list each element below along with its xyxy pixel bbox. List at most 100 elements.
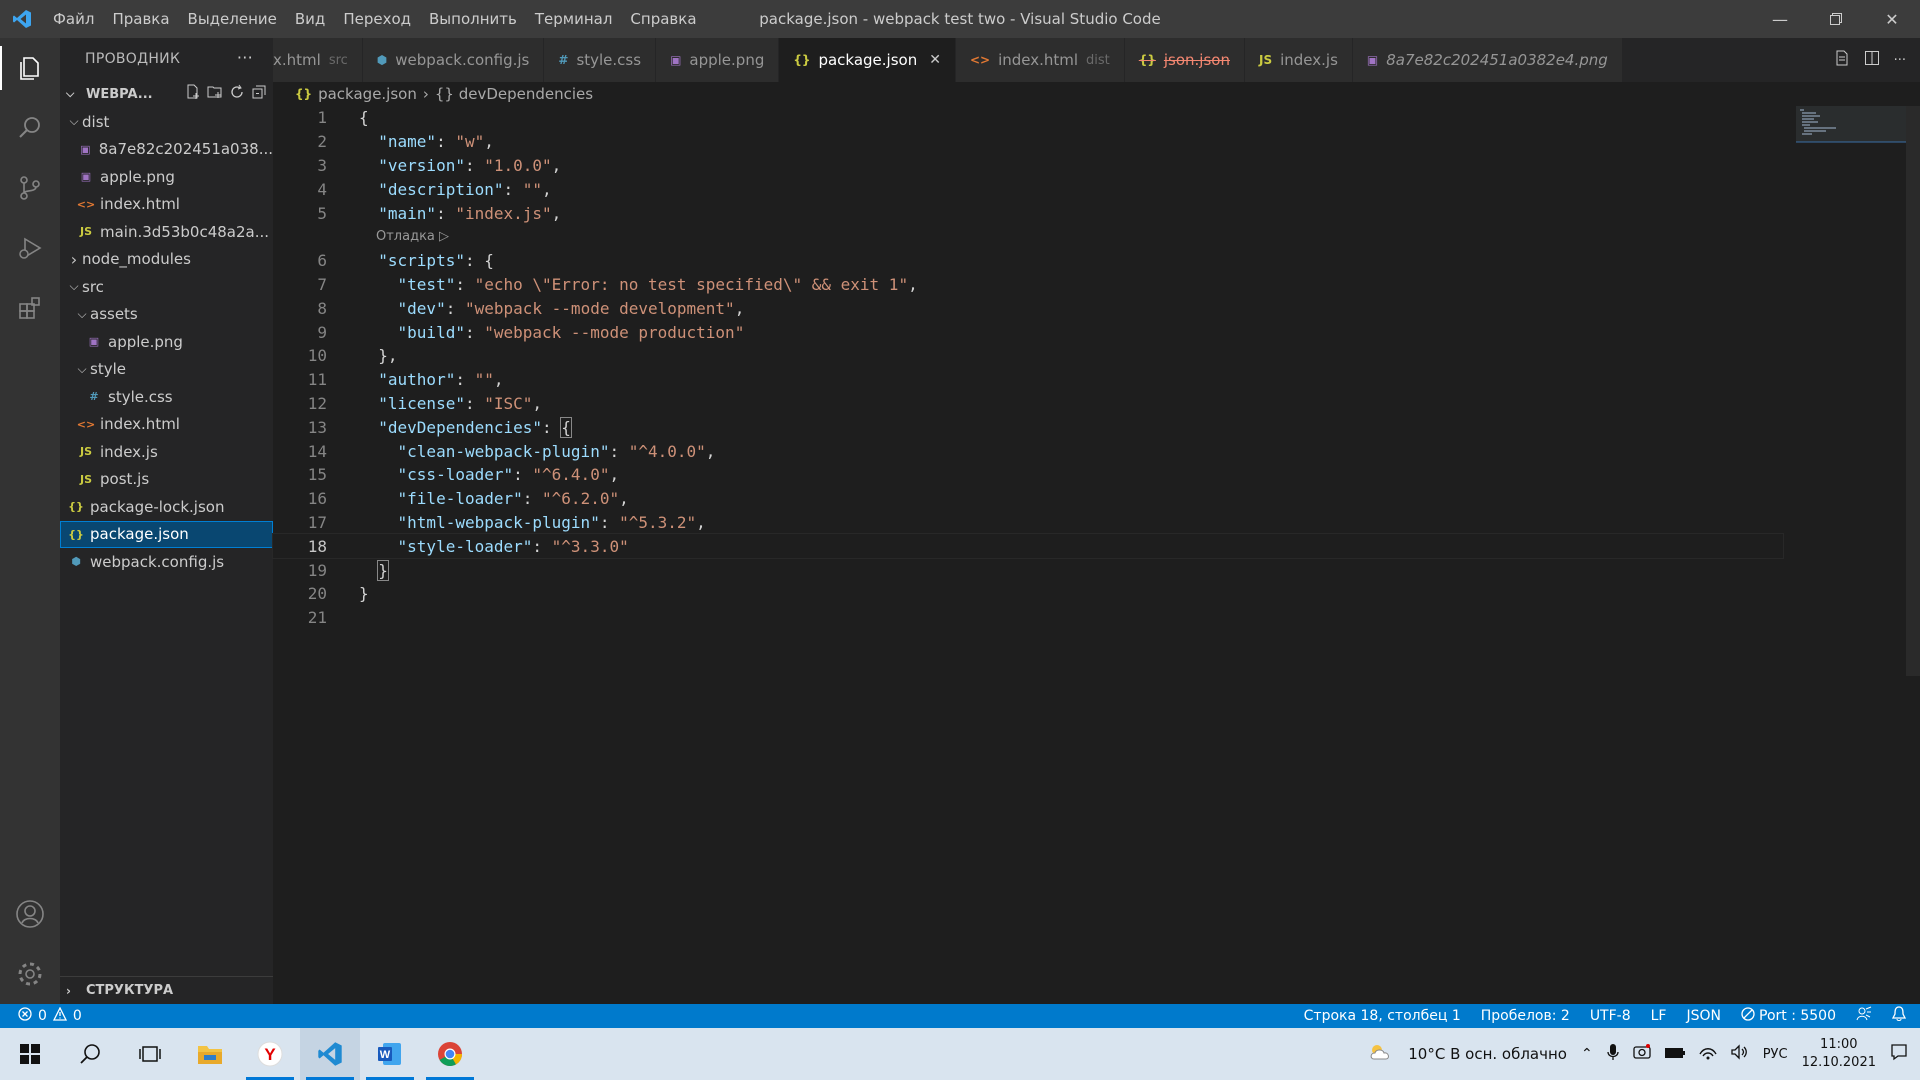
outline-section[interactable]: › СТРУКТУРА xyxy=(60,976,273,1004)
close-window-icon[interactable]: ✕ xyxy=(1864,0,1920,38)
tree-file[interactable]: JS post.js xyxy=(60,466,273,494)
open-preview-icon[interactable] xyxy=(1834,50,1850,70)
editor-tab[interactable]: {} json.json xyxy=(1124,38,1245,82)
code-line[interactable]: 21 xyxy=(273,606,1783,630)
code-line[interactable]: 9 "build": "webpack --mode production" xyxy=(273,320,1783,344)
editor-tab[interactable]: # style.css xyxy=(544,38,657,82)
file-explorer-app-icon[interactable] xyxy=(180,1028,240,1080)
gear-icon[interactable] xyxy=(0,944,60,1004)
task-view-icon[interactable] xyxy=(120,1028,180,1080)
code-line[interactable]: 4 "description": "", xyxy=(273,177,1783,201)
wifi-icon[interactable] xyxy=(1699,1044,1717,1064)
menu-help[interactable]: Справка xyxy=(621,0,705,38)
tray-chevron-up-icon[interactable]: ⌃ xyxy=(1581,1046,1593,1062)
code-line[interactable]: 1{ xyxy=(273,106,1783,130)
tree-file[interactable]: <> index.html xyxy=(60,191,273,219)
feedback-icon[interactable] xyxy=(1856,1006,1872,1026)
code-line[interactable]: 14 "clean-webpack-plugin": "^4.0.0", xyxy=(273,439,1783,463)
editor-tab[interactable]: ▣ 8a7e82c202451a0382e4.png xyxy=(1352,38,1623,82)
input-language[interactable]: РУС xyxy=(1763,1047,1788,1062)
tree-folder[interactable]: ⌵ src xyxy=(60,273,273,301)
microphone-icon[interactable] xyxy=(1607,1043,1619,1065)
yandex-browser-icon[interactable]: Y xyxy=(240,1028,300,1080)
split-editor-icon[interactable] xyxy=(1864,50,1880,70)
search-icon[interactable] xyxy=(0,98,60,158)
tree-file[interactable]: ▣ apple.png xyxy=(60,328,273,356)
vertical-scrollbar[interactable] xyxy=(1906,106,1920,676)
extensions-icon[interactable] xyxy=(0,278,60,338)
vscode-logo-icon[interactable] xyxy=(0,0,44,38)
encoding[interactable]: UTF-8 xyxy=(1590,1008,1631,1024)
tree-file[interactable]: {} package.json xyxy=(60,520,273,548)
new-file-icon[interactable] xyxy=(185,84,201,104)
weather-cloud-icon[interactable] xyxy=(1368,1043,1394,1065)
tree-file[interactable]: <> index.html xyxy=(60,411,273,439)
more-editor-actions-icon[interactable]: ··· xyxy=(1894,53,1906,68)
tree-file[interactable]: ▣ apple.png xyxy=(60,163,273,191)
language-mode[interactable]: JSON xyxy=(1686,1008,1721,1024)
code-line[interactable]: 20} xyxy=(273,582,1783,606)
editor-tab[interactable]: JS index.js xyxy=(1244,38,1353,82)
indentation[interactable]: Пробелов: 2 xyxy=(1481,1008,1570,1024)
tree-folder[interactable]: ⌵ assets xyxy=(60,301,273,329)
minimap[interactable] xyxy=(1796,106,1906,146)
tree-file[interactable]: ▣ 8a7e82c202451a038... xyxy=(60,136,273,164)
weather-text[interactable]: 10°C В осн. облачно xyxy=(1408,1045,1567,1063)
menu-selection[interactable]: Выделение xyxy=(179,0,286,38)
tree-folder[interactable]: › node_modules xyxy=(60,246,273,274)
more-actions-icon[interactable]: ··· xyxy=(237,48,253,67)
code-line[interactable]: 5 "main": "index.js", xyxy=(273,201,1783,225)
explorer-icon[interactable] xyxy=(0,38,60,98)
menu-run[interactable]: Выполнить xyxy=(420,0,526,38)
code-line[interactable]: 19 } xyxy=(273,558,1783,582)
notifications-bell-icon[interactable] xyxy=(1891,1006,1907,1026)
run-debug-icon[interactable] xyxy=(0,218,60,278)
menu-terminal[interactable]: Терминал xyxy=(526,0,622,38)
vscode-taskbar-icon[interactable] xyxy=(300,1028,360,1080)
new-folder-icon[interactable] xyxy=(207,84,223,104)
debug-codelens[interactable]: Отладка ▷ xyxy=(273,225,1783,249)
breadcrumb-symbol[interactable]: {} devDependencies xyxy=(435,85,593,103)
code-line[interactable]: 17 "html-webpack-plugin": "^5.3.2", xyxy=(273,511,1783,535)
code-line[interactable]: 10 }, xyxy=(273,344,1783,368)
editor-tab[interactable]: x.html src xyxy=(273,38,363,82)
tree-folder[interactable]: ⌵ dist xyxy=(60,108,273,136)
live-server-port[interactable]: Port : 5500 xyxy=(1741,1007,1836,1025)
clock[interactable]: 11:00 12.10.2021 xyxy=(1802,1036,1876,1072)
collapse-all-icon[interactable] xyxy=(251,84,267,104)
problems-indicator[interactable]: 0 0 xyxy=(0,1006,82,1025)
menu-view[interactable]: Вид xyxy=(286,0,334,38)
code-editor[interactable]: 1{2 "name": "w", 3 "version": "1.0.0", 4 "… xyxy=(272,106,1784,630)
editor-tab[interactable]: <> index.html dist xyxy=(955,38,1125,82)
code-line[interactable]: 13 "devDependencies": { xyxy=(273,415,1783,439)
menu-go[interactable]: Переход xyxy=(334,0,420,38)
restore-icon[interactable] xyxy=(1808,0,1864,38)
taskbar-search-icon[interactable] xyxy=(60,1028,120,1080)
battery-icon[interactable] xyxy=(1664,1045,1685,1063)
code-line[interactable]: 18 "style-loader": "^3.3.0" xyxy=(272,533,1784,560)
code-line[interactable]: 15 "css-loader": "^6.4.0", xyxy=(273,463,1783,487)
close-tab-icon[interactable]: ✕ xyxy=(929,52,941,68)
editor-tab[interactable]: {} package.json ✕ xyxy=(779,38,956,82)
code-line[interactable]: 11 "author": "", xyxy=(273,368,1783,392)
camera-icon[interactable] xyxy=(1633,1044,1651,1064)
code-line[interactable]: 16 "file-loader": "^6.2.0", xyxy=(273,487,1783,511)
workspace-folder-row[interactable]: ⌵ WEBPA... xyxy=(60,80,273,108)
chrome-app-icon[interactable] xyxy=(420,1028,480,1080)
volume-icon[interactable] xyxy=(1731,1044,1749,1064)
code-line[interactable]: 8 "dev": "webpack --mode development", xyxy=(273,296,1783,320)
code-line[interactable]: 12 "license": "ISC", xyxy=(273,392,1783,416)
editor-tab[interactable]: ▣ apple.png xyxy=(656,38,780,82)
word-app-icon[interactable]: W xyxy=(360,1028,420,1080)
cursor-position[interactable]: Строка 18, столбец 1 xyxy=(1304,1008,1461,1024)
end-of-line[interactable]: LF xyxy=(1651,1008,1667,1024)
tree-file[interactable]: ⬢ webpack.config.js xyxy=(60,548,273,576)
source-control-icon[interactable] xyxy=(0,158,60,218)
tree-folder[interactable]: ⌵ style xyxy=(60,356,273,384)
menu-file[interactable]: Файл xyxy=(44,0,103,38)
windows-start-icon[interactable] xyxy=(0,1028,60,1080)
minimize-icon[interactable]: — xyxy=(1752,0,1808,38)
tree-file[interactable]: JS index.js xyxy=(60,438,273,466)
refresh-icon[interactable] xyxy=(229,84,245,104)
tree-file[interactable]: {} package-lock.json xyxy=(60,493,273,521)
